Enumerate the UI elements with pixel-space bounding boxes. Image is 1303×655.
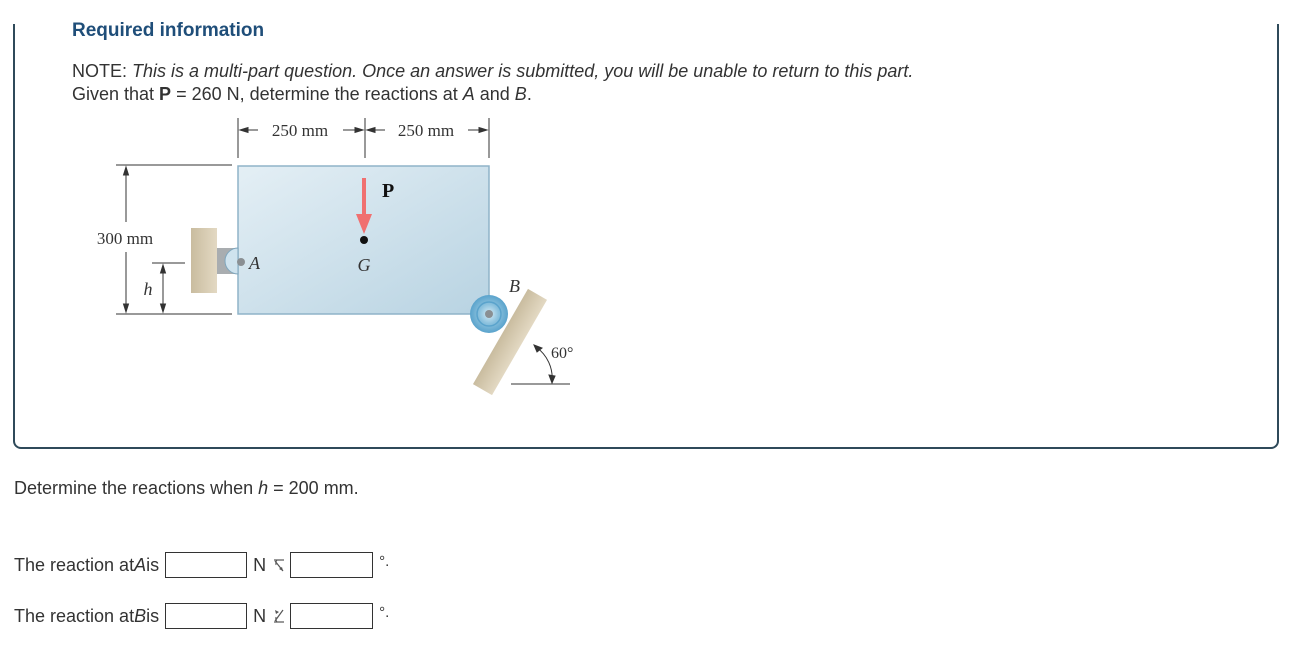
given-point-b: B — [514, 84, 527, 104]
mechanics-diagram: 250 mm 250 mm 300 mm h A P G B 60° — [97, 118, 573, 396]
reaction-a-unit: N — [253, 554, 267, 575]
pin-a — [237, 258, 245, 266]
dim-right-label: 250 mm — [398, 121, 454, 140]
centroid-g — [360, 236, 368, 244]
required-information-title: Required information — [72, 20, 265, 41]
label-p: P — [382, 180, 394, 202]
answer-b-point: B — [134, 605, 147, 626]
given-value: = 260 N, determine the reactions at — [171, 84, 463, 104]
answer-b-suffix: is — [146, 605, 160, 626]
question-var-h: h — [258, 478, 269, 498]
answer-row-a: The reaction at A is N °. — [14, 551, 389, 579]
label-b: B — [509, 276, 520, 296]
note-label: NOTE: — [72, 61, 128, 81]
reaction-a-angle-input[interactable] — [290, 552, 374, 578]
angle-down-right-icon — [274, 559, 285, 572]
given-end: . — [526, 84, 532, 104]
reaction-b-magnitude-input[interactable] — [165, 603, 248, 629]
answer-a-prefix: The reaction at — [14, 554, 135, 575]
given-var-p: P — [159, 84, 172, 104]
given-line: Given that P = 260 N, determine the reac… — [72, 84, 532, 105]
angle-up-left-icon — [274, 609, 285, 623]
answer-a-point: A — [134, 554, 147, 575]
reaction-b-angle-input[interactable] — [290, 603, 374, 629]
dim-left-label: 250 mm — [272, 121, 328, 140]
given-and: and — [474, 84, 515, 104]
answer-row-b: The reaction at B is N °. — [14, 602, 389, 630]
angle-label: 60° — [551, 345, 573, 362]
given-prefix: Given that — [72, 84, 160, 104]
answer-a-suffix: is — [146, 554, 160, 575]
reaction-a-magnitude-input[interactable] — [165, 552, 248, 578]
answer-b-prefix: The reaction at — [14, 605, 135, 626]
question-text: Determine the reactions when h = 200 mm. — [14, 478, 359, 499]
wall-support-a — [191, 228, 217, 293]
question-suffix: = 200 mm. — [268, 478, 359, 498]
question-prefix: Determine the reactions when — [14, 478, 259, 498]
note-line: NOTE: This is a multi-part question. Onc… — [72, 61, 913, 82]
reaction-a-degree: °. — [379, 552, 390, 570]
label-a: A — [248, 253, 261, 273]
reaction-b-degree: °. — [379, 603, 390, 621]
dim-h-label: h — [144, 279, 153, 299]
reaction-b-unit: N — [253, 605, 267, 626]
note-text: This is a multi-part question. Once an a… — [132, 61, 914, 81]
label-g: G — [358, 255, 371, 275]
dim-height-label: 300 mm — [97, 229, 153, 248]
given-point-a: A — [462, 84, 475, 104]
